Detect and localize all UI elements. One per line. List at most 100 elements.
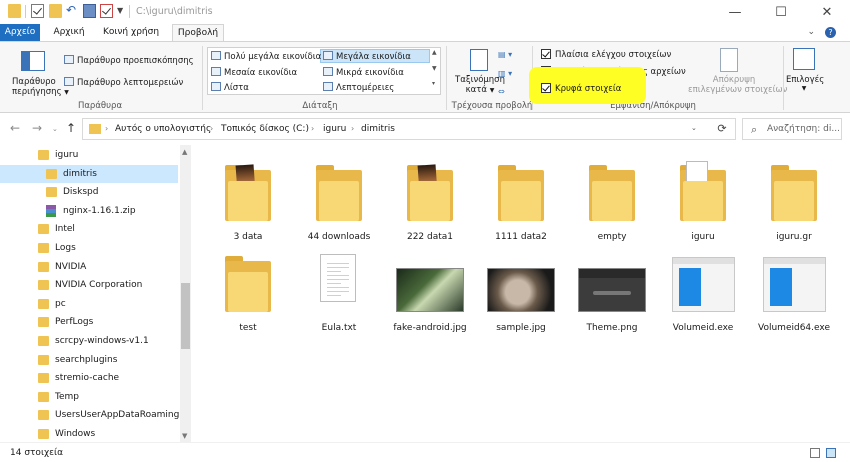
sidebar-item[interactable]: NVIDIA Corporation [0, 276, 178, 294]
chevron-right-icon[interactable]: › [311, 124, 314, 133]
refresh-icon[interactable]: ⟳ [712, 120, 732, 138]
tab-view[interactable]: Προβολή [172, 24, 224, 42]
file-item[interactable]: empty [574, 149, 650, 247]
address-bar[interactable]: › Αυτός ο υπολογιστής › Τοπικός δίσκος (… [82, 118, 736, 140]
preview-pane-label: Παράθυρο προεπισκόπησης [77, 56, 194, 66]
layout-very-large-icons[interactable]: Πολύ μεγάλα εικονίδια [211, 51, 321, 62]
checkbox-checked-icon[interactable] [541, 49, 551, 59]
new-folder-icon[interactable] [49, 4, 62, 18]
sidebar-item[interactable]: iguru [0, 146, 178, 164]
sidebar-item[interactable]: nginx-1.16.1.zip [0, 202, 178, 220]
chevron-down-icon[interactable]: ⌄ [691, 124, 697, 132]
up-icon[interactable]: ↑ [66, 121, 76, 135]
sidebar-item[interactable]: stremio-cache [0, 369, 178, 387]
file-item[interactable]: iguru.gr [756, 149, 832, 247]
chevron-right-icon[interactable]: › [210, 124, 213, 133]
options-icon[interactable] [793, 48, 815, 70]
sort-by-button[interactable]: Ταξινόμηση κατά ▼ [453, 75, 507, 95]
recent-locations-icon[interactable]: ⌄ [52, 125, 58, 133]
pane-icon[interactable] [83, 4, 96, 18]
close-button[interactable]: ✕ [804, 0, 850, 24]
gallery-down-icon[interactable]: ▼ [432, 65, 437, 72]
layout-small-icons[interactable]: Μικρά εικονίδια [323, 67, 404, 78]
sidebar-item[interactable]: UsersUserAppDataRoaming [0, 406, 179, 424]
sort-icon[interactable] [470, 49, 488, 71]
group-by-icon[interactable]: ▤ ▾ [498, 50, 512, 59]
scroll-down-icon[interactable]: ▼ [182, 432, 187, 440]
sidebar-item[interactable]: Windows [0, 425, 178, 443]
hide-selected-button[interactable]: Απόκρυψη επιλεγμένων στοιχείων [688, 75, 787, 95]
file-item[interactable]: Volumeid.exe [665, 240, 741, 338]
file-item[interactable]: test [210, 240, 286, 338]
item-checkboxes-toggle[interactable]: Πλαίσια ελέγχου στοιχείων [541, 49, 671, 60]
file-item[interactable]: Eula.txt [301, 240, 377, 338]
chevron-right-icon[interactable]: › [351, 124, 354, 133]
search-input[interactable]: ⌕ Αναζήτηση: di... [742, 118, 842, 140]
sidebar-item[interactable]: Temp [0, 388, 178, 406]
folder-icon [38, 429, 49, 439]
breadcrumb-this-pc[interactable]: Αυτός ο υπολογιστής [115, 124, 211, 134]
file-item[interactable]: 3 data [210, 149, 286, 247]
breadcrumb-iguru[interactable]: iguru [323, 124, 346, 134]
details-view-icon [323, 82, 333, 91]
scroll-up-icon[interactable]: ▲ [182, 148, 187, 156]
status-bar: 14 στοιχεία [0, 442, 850, 462]
chevron-right-icon[interactable]: › [105, 124, 108, 133]
forward-icon[interactable]: → [32, 121, 42, 135]
file-item[interactable]: fake-android.jpg [392, 240, 468, 338]
gallery-up-icon[interactable]: ▲ [432, 49, 437, 56]
file-item[interactable]: 44 downloads [301, 149, 377, 247]
properties-icon[interactable] [31, 4, 44, 18]
file-item[interactable]: iguru [665, 149, 741, 247]
navigation-pane-button[interactable]: Παράθυρο περιήγησης ▼ [12, 77, 69, 97]
file-item[interactable]: Volumeid64.exe [756, 240, 832, 338]
hidden-items-label: Κρυφά στοιχεία [555, 84, 622, 94]
navigation-pane: iguru dimitris Diskspd nginx-1.16.1.zip Inte… [0, 145, 192, 442]
help-icon[interactable]: ? [825, 27, 836, 38]
layout-details[interactable]: Λεπτομέρειες [323, 82, 394, 93]
options-button[interactable]: Επιλογές ▼ [786, 75, 824, 92]
breadcrumb-dimitris[interactable]: dimitris [361, 124, 395, 134]
sidebar-item[interactable]: searchplugins [0, 351, 178, 369]
large-icons-view-icon[interactable] [826, 448, 836, 458]
navigation-pane-icon[interactable] [21, 51, 45, 71]
content-scrollbar[interactable] [840, 145, 850, 442]
tab-file[interactable]: Αρχείο [0, 24, 40, 41]
details-view-icon[interactable] [810, 448, 820, 458]
sidebar-item[interactable]: PerfLogs [0, 313, 178, 331]
tab-share[interactable]: Κοινή χρήση [95, 24, 167, 41]
minimize-button[interactable]: — [712, 0, 758, 24]
hide-selected-icon[interactable] [720, 48, 738, 72]
sidebar-item[interactable]: NVIDIA [0, 258, 178, 276]
back-icon[interactable]: ← [10, 121, 20, 135]
details-pane-button[interactable]: Παράθυρο λεπτομερειών [64, 77, 183, 88]
file-item[interactable]: 222 data1 [392, 149, 468, 247]
sidebar-item[interactable]: Logs [0, 239, 178, 257]
hidden-items-toggle[interactable]: Κρυφά στοιχεία [541, 83, 621, 94]
folder-icon [46, 187, 57, 198]
file-item[interactable]: 1111 data2 [483, 149, 559, 247]
file-item[interactable]: Theme.png [574, 240, 650, 338]
sidebar-item[interactable]: scrcpy-windows-v1.1 [0, 332, 178, 350]
undo-icon[interactable]: ↶ [66, 3, 79, 17]
sidebar-item[interactable]: Diskspd [0, 183, 178, 201]
sidebar-item[interactable]: pc [0, 295, 178, 313]
nav-scrollbar-thumb[interactable] [181, 283, 190, 349]
sidebar-item[interactable]: Intel [0, 220, 178, 238]
breadcrumb-local-disk[interactable]: Τοπικός δίσκος (C:) [221, 124, 309, 134]
sidebar-item[interactable]: dimitris [0, 164, 178, 183]
file-item[interactable]: sample.jpg [483, 240, 559, 338]
checkbox-checked-icon[interactable] [541, 83, 551, 93]
preview-pane-button[interactable]: Παράθυρο προεπισκόπησης [64, 55, 194, 66]
collapse-ribbon-icon[interactable]: ⌄ [807, 27, 815, 38]
gallery-expand-icon[interactable]: ▾ [432, 80, 435, 87]
layout-list[interactable]: Λίστα [211, 82, 249, 93]
tab-home[interactable]: Αρχική [47, 24, 91, 41]
text-line [327, 295, 341, 296]
checklist-icon[interactable] [100, 4, 113, 18]
layout-large-icons[interactable]: Μεγάλα εικονίδια [323, 51, 411, 62]
layout-medium-icons[interactable]: Μεσαία εικονίδια [211, 67, 297, 78]
details-pane-icon [64, 77, 74, 86]
maximize-button[interactable]: ☐ [758, 0, 804, 24]
list-view-icon [211, 82, 221, 91]
